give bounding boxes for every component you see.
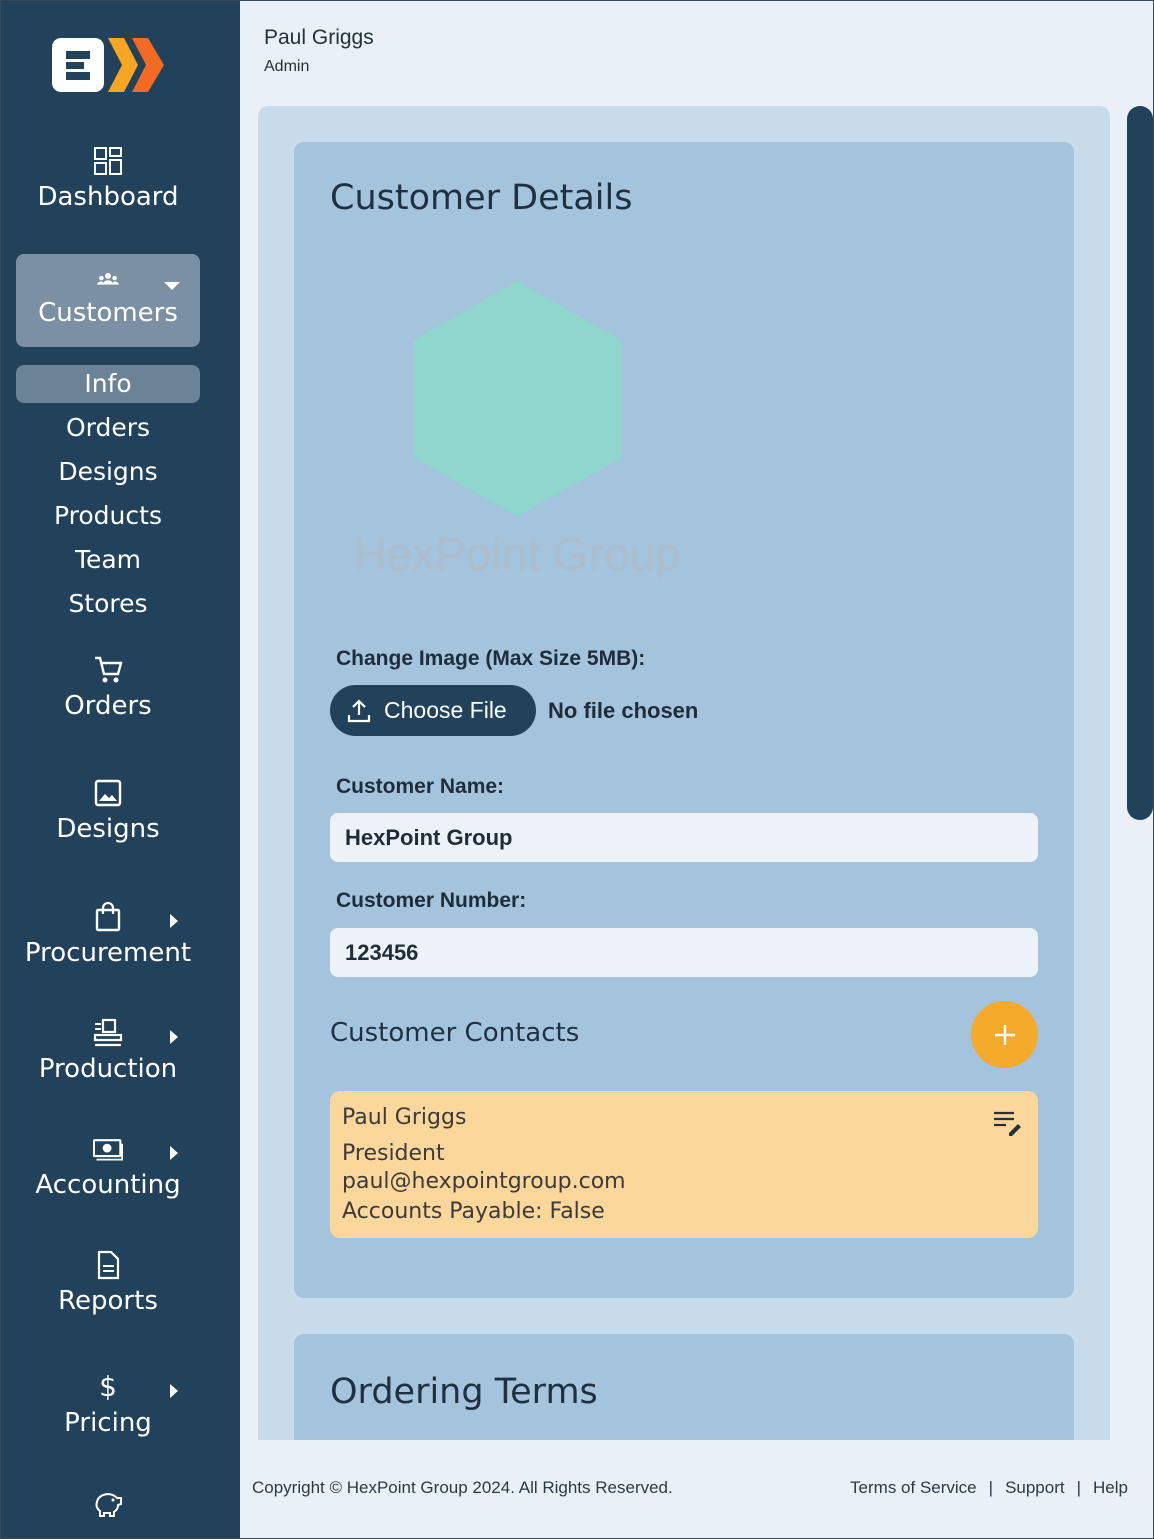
sidebar-item-label: Customers: [38, 298, 178, 328]
sidebar-item-partial[interactable]: [16, 1488, 200, 1518]
dashboard-icon: [94, 147, 122, 175]
logo-text: HexPoint Group: [354, 528, 681, 578]
sidebar-sub-orders[interactable]: Orders: [16, 409, 200, 447]
contact-accounts-payable: Accounts Payable: False: [342, 1199, 605, 1224]
cart-icon: [95, 656, 123, 683]
choose-file-label: Choose File: [384, 697, 507, 723]
sidebar-item-dashboard[interactable]: Dashboard: [16, 146, 200, 212]
app-logo[interactable]: [52, 36, 168, 94]
footer-links: Terms of Service | Support | Help: [850, 1478, 1128, 1498]
sidebar-item-label: Pricing: [64, 1408, 152, 1438]
sidebar-item-reports[interactable]: Reports: [16, 1250, 200, 1316]
sidebar-sub-stores[interactable]: Stores: [16, 585, 200, 623]
sidebar-item-label: Accounting: [35, 1170, 181, 1200]
change-image-label: Change Image (Max Size 5MB):: [336, 647, 646, 670]
terms-of-service-link[interactable]: Terms of Service: [850, 1478, 977, 1497]
chevron-down-icon: [164, 282, 180, 290]
contact-card: Paul Griggs President paul@hexpointgroup…: [330, 1091, 1038, 1238]
sidebar-sub-products[interactable]: Products: [16, 497, 200, 535]
image-icon: [94, 779, 122, 807]
choose-file-button[interactable]: Choose File: [330, 685, 536, 736]
cash-icon: [93, 1139, 123, 1161]
sidebar-item-procurement[interactable]: Procurement: [16, 902, 200, 968]
contact-name: Paul Griggs: [342, 1105, 467, 1130]
ordering-terms-card: Ordering Terms: [294, 1334, 1074, 1440]
contact-email: paul@hexpointgroup.com: [342, 1169, 626, 1194]
chevron-right-icon: [170, 1384, 178, 1398]
page-title: Customer Details: [330, 178, 633, 218]
sidebar-item-label: Reports: [58, 1286, 158, 1316]
sidebar-item-label: Designs: [56, 814, 160, 844]
main-content: Customer Details HexPoint Group Change I…: [258, 106, 1110, 1440]
piggy-bank-icon: [95, 1493, 122, 1517]
sidebar-item-orders[interactable]: Orders: [16, 655, 200, 721]
sidebar: Dashboard Customers Info Orders Designs …: [0, 0, 240, 1539]
plus-icon: [994, 1024, 1015, 1045]
chevron-right-icon: [170, 1030, 178, 1044]
add-contact-button[interactable]: [971, 1001, 1038, 1068]
support-link[interactable]: Support: [1005, 1478, 1065, 1497]
sidebar-item-label: Production: [38, 1054, 178, 1084]
customer-contacts-title: Customer Contacts: [330, 1018, 580, 1048]
users-icon: [97, 272, 119, 285]
user-role: Admin: [264, 58, 310, 75]
sidebar-item-designs[interactable]: Designs: [16, 778, 200, 844]
bag-icon: [95, 902, 121, 932]
document-icon: [97, 1250, 120, 1280]
edit-list-icon[interactable]: [992, 1109, 1024, 1137]
sidebar-sub-designs[interactable]: Designs: [16, 453, 200, 491]
help-link[interactable]: Help: [1093, 1478, 1128, 1497]
customer-name-input[interactable]: HexPoint Group: [330, 813, 1038, 862]
customer-name-label: Customer Name:: [336, 775, 505, 798]
upload-icon: [347, 698, 371, 722]
no-file-text: No file chosen: [548, 698, 699, 723]
sidebar-item-pricing[interactable]: $ Pricing: [16, 1372, 200, 1438]
sidebar-item-label: Dashboard: [37, 182, 179, 212]
sidebar-item-label: Orders: [64, 691, 152, 721]
sidebar-item-label: Procurement: [24, 938, 192, 968]
separator: |: [1076, 1478, 1082, 1497]
customer-details-card: Customer Details HexPoint Group Change I…: [294, 142, 1074, 1298]
sidebar-item-customers[interactable]: Customers: [16, 254, 200, 347]
sidebar-item-accounting[interactable]: Accounting: [16, 1134, 200, 1200]
chevron-right-icon: [170, 914, 178, 928]
separator: |: [988, 1478, 994, 1497]
scrollbar-thumb[interactable]: [1127, 106, 1153, 820]
customer-number-label: Customer Number:: [336, 889, 527, 912]
chevron-right-icon: [170, 1146, 178, 1160]
sidebar-item-production[interactable]: Production: [16, 1018, 200, 1084]
sidebar-sub-team[interactable]: Team: [16, 541, 200, 579]
ordering-terms-title: Ordering Terms: [330, 1372, 598, 1412]
contact-title: President: [342, 1141, 445, 1166]
dollar-icon: $: [99, 1370, 117, 1403]
user-name: Paul Griggs: [264, 26, 374, 49]
production-icon: [93, 1018, 123, 1047]
customer-number-input[interactable]: 123456: [330, 928, 1038, 977]
sidebar-sub-info[interactable]: Info: [16, 365, 200, 403]
customer-logo: HexPoint Group: [354, 281, 681, 578]
footer-copyright: Copyright © HexPoint Group 2024. All Rig…: [252, 1478, 673, 1497]
